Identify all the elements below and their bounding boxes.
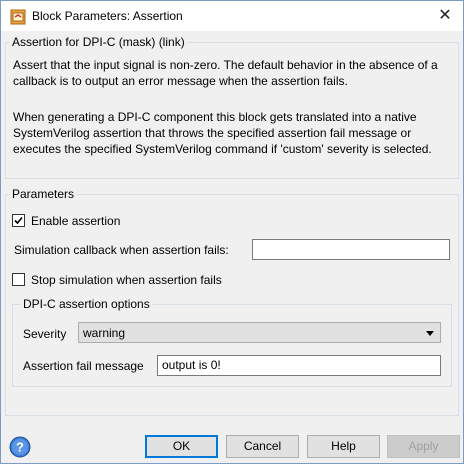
sim-callback-input[interactable]	[252, 239, 450, 260]
close-icon[interactable]: ✕	[433, 5, 457, 27]
fail-message-label: Assertion fail message	[23, 359, 144, 373]
ok-button[interactable]: OK	[145, 435, 218, 458]
stop-simulation-checkbox[interactable]	[12, 273, 25, 286]
cancel-button[interactable]: Cancel	[226, 435, 299, 458]
enable-assertion-checkbox[interactable]	[12, 214, 25, 227]
severity-dropdown[interactable]: warning	[78, 322, 441, 343]
window-title: Block Parameters: Assertion	[32, 9, 183, 23]
checkmark-icon	[14, 216, 23, 225]
chevron-down-icon	[426, 331, 434, 336]
help-question-icon[interactable]: ?	[9, 436, 31, 458]
dpic-options-header: DPI-C assertion options	[21, 297, 152, 311]
title-bar[interactable]: Block Parameters: Assertion ✕	[1, 1, 463, 31]
severity-label: Severity	[23, 327, 67, 341]
svg-text:?: ?	[16, 440, 24, 455]
block-parameters-dialog: Block Parameters: Assertion ✕ Assertion …	[0, 0, 464, 464]
mask-header: Assertion for DPI-C (mask) (link)	[10, 35, 187, 49]
stop-simulation-label: Stop simulation when assertion fails	[31, 273, 222, 287]
mask-description-1: Assert that the input signal is non-zero…	[13, 58, 438, 88]
parameters-header: Parameters	[10, 187, 77, 201]
mask-description-2: When generating a DPI-C component this b…	[13, 110, 432, 156]
severity-value: warning	[83, 326, 126, 340]
fail-message-input[interactable]: output is 0!	[157, 355, 441, 376]
help-button[interactable]: Help	[307, 435, 380, 458]
simulink-block-icon	[10, 9, 26, 25]
sim-callback-label: Simulation callback when assertion fails…	[14, 243, 229, 257]
enable-assertion-label: Enable assertion	[31, 214, 121, 228]
apply-button[interactable]: Apply	[387, 435, 460, 458]
